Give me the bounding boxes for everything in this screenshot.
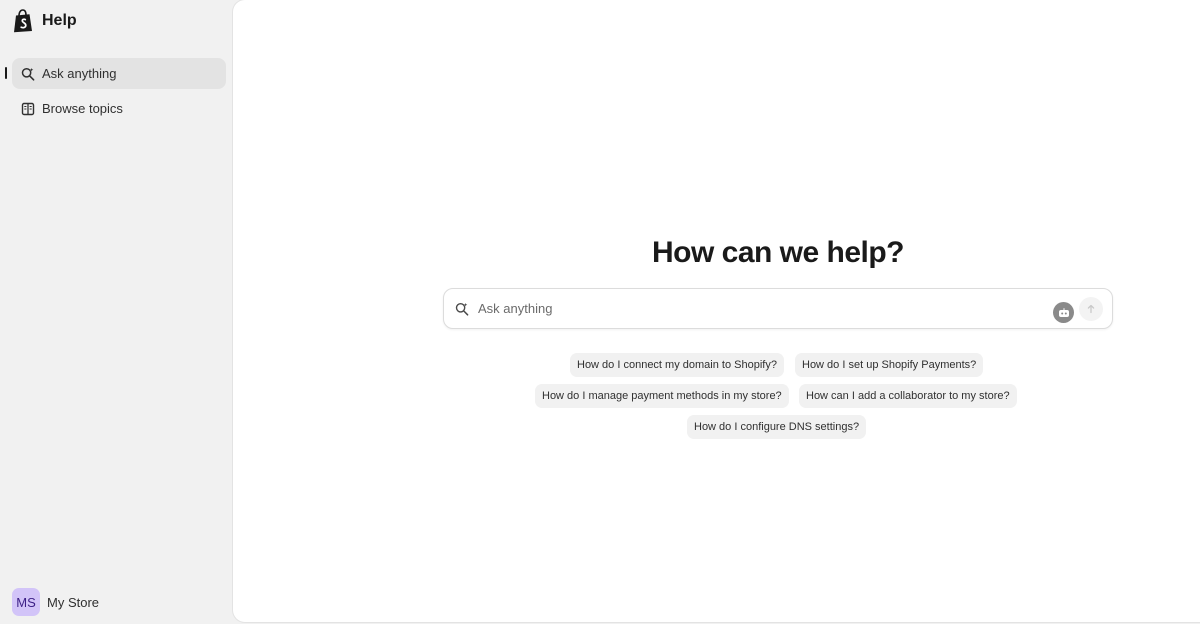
brand-title: Help — [42, 12, 77, 29]
page-title: How can we help? — [651, 236, 905, 269]
arrow-up-icon — [1087, 304, 1095, 314]
avatar: MS — [12, 588, 40, 616]
sidebar: Help Ask anything Browse topics MS My St… — [0, 0, 233, 624]
search-sparkle-icon — [455, 303, 469, 316]
nav-label-browse-topics: Browse topics — [42, 101, 123, 116]
suggestion-chip[interactable]: How do I connect my domain to Shopify? — [570, 353, 784, 377]
nav-item-browse-topics[interactable]: Browse topics — [12, 93, 226, 124]
store-switcher[interactable]: MS My Store — [12, 588, 99, 616]
assistant-button[interactable] — [1053, 302, 1074, 323]
active-nav-indicator — [5, 67, 7, 79]
suggestion-chip[interactable]: How can I add a collaborator to my store… — [799, 384, 1017, 408]
store-name: My Store — [47, 594, 100, 610]
send-button[interactable] — [1079, 297, 1103, 321]
suggestion-chip[interactable]: How do I set up Shopify Payments? — [795, 353, 984, 377]
search-input[interactable] — [478, 297, 1038, 319]
main-panel: How can we help? Ask anything How do I c… — [233, 0, 1200, 622]
nav-item-ask-anything[interactable]: Ask anything — [12, 58, 226, 89]
search-sparkle-icon — [21, 67, 35, 81]
search-box — [443, 288, 1113, 329]
help-app: Help Ask anything Browse topics MS My St… — [0, 0, 1200, 624]
book-icon — [21, 102, 35, 115]
suggestion-chip[interactable]: How do I manage payment methods in my st… — [535, 384, 789, 408]
suggestion-chip[interactable]: How do I configure DNS settings? — [687, 415, 867, 439]
nav-label-ask-anything: Ask anything — [42, 66, 117, 81]
brand: Help — [12, 9, 77, 33]
shopify-bag-icon — [14, 9, 32, 33]
robot-icon — [1058, 307, 1069, 317]
